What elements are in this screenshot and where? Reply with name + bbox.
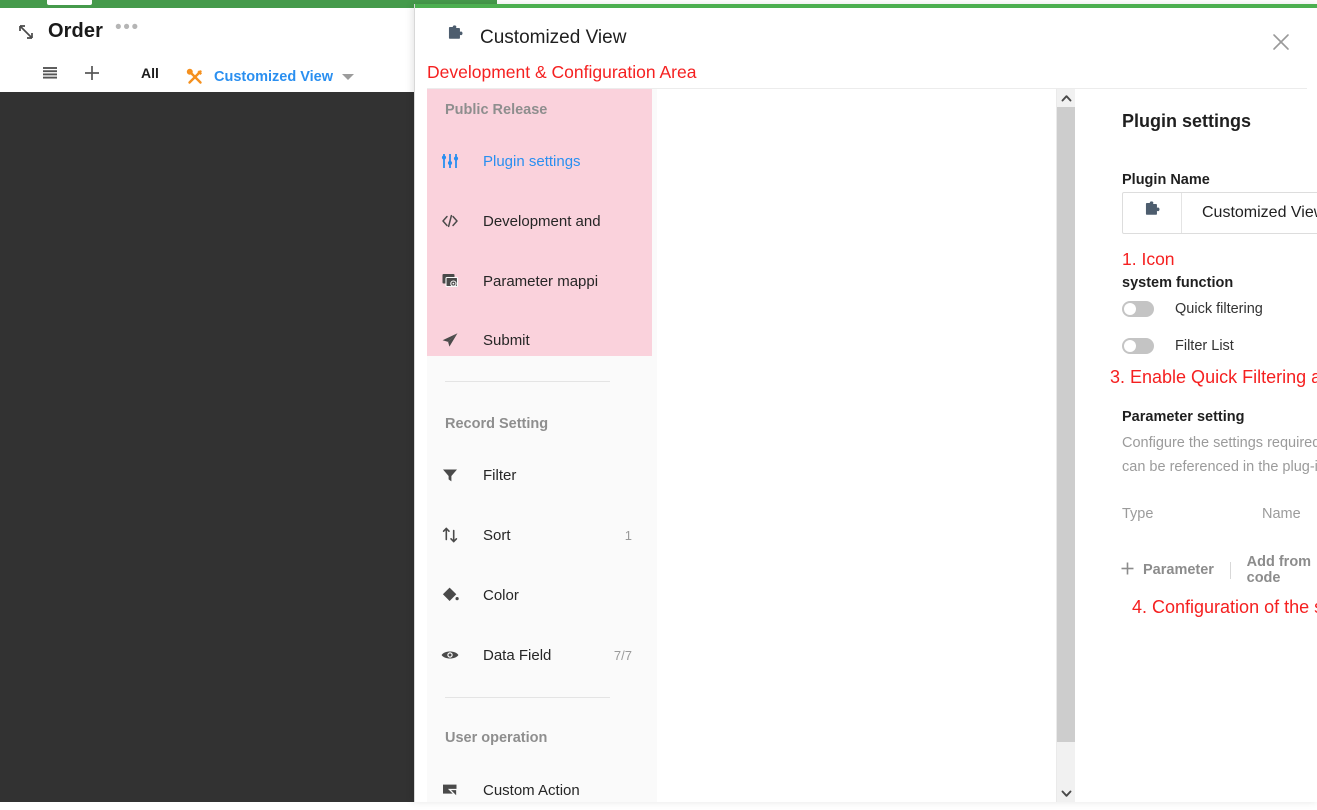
tab-all[interactable]: All	[141, 65, 159, 81]
nav-item-custom-action[interactable]: Custom Action	[435, 770, 650, 810]
app-title-row: Order •••	[16, 18, 140, 43]
nav-item-label: Data Field	[483, 646, 552, 664]
label-parameter-setting: Parameter setting	[1122, 409, 1245, 425]
plus-icon[interactable]	[82, 63, 102, 83]
puzzle-piece-icon	[444, 24, 466, 51]
annotation-configuration: 4. Configuration of the settings interfa…	[1132, 597, 1317, 617]
eye-icon	[435, 645, 465, 665]
paint-bucket-icon	[435, 585, 465, 605]
tab-customized-view[interactable]: Customized View	[185, 62, 354, 92]
sort-arrows-icon	[435, 525, 465, 545]
app-content-dim-overlay	[0, 92, 414, 802]
add-from-code-button[interactable]: Add from code	[1247, 554, 1317, 586]
nav-item-label: Submit	[483, 331, 530, 349]
parameter-table-header: Type Name Variable id*	[1122, 504, 1317, 524]
browser-tab-notch	[47, 0, 92, 5]
customized-view-modal: Customized View Development & Configurat…	[414, 4, 1317, 802]
toggle-knob	[1124, 340, 1136, 352]
tools-hammer-wrench-icon	[185, 67, 205, 87]
parameter-setting-description: Configure the settings required to use t…	[1122, 431, 1317, 479]
parameter-desc-text: Configure the settings required to use t…	[1122, 435, 1317, 475]
nav-scrollbar[interactable]	[1056, 89, 1075, 802]
nav-item-label: Plugin settings	[483, 152, 581, 170]
toggle-label: Filter List	[1175, 338, 1234, 354]
tab-bar-icon-group	[40, 63, 102, 83]
nav-item-count: 7/7	[613, 647, 632, 663]
nav-item-plugin-settings[interactable]: Plugin settings	[435, 141, 650, 181]
nav-item-label: Development and	[483, 212, 601, 230]
toggle-quick-filtering[interactable]	[1122, 301, 1154, 317]
nav-item-label: Color	[483, 586, 519, 604]
add-parameter-button[interactable]: Parameter	[1120, 561, 1214, 580]
action-divider	[1229, 561, 1231, 579]
modal-header: Customized View	[415, 8, 1317, 62]
plugin-settings-panel: Plugin settings Plugin Name Customized V…	[1075, 89, 1317, 802]
code-brackets-icon	[435, 211, 465, 231]
nav-item-label: Filter	[483, 466, 517, 484]
nav-item-count: 1	[624, 527, 632, 543]
section-heading-plugin-settings: Plugin settings	[1122, 111, 1252, 131]
nav-item-development-and[interactable]: Development and	[435, 201, 650, 241]
tab-customized-view-label: Customized View	[214, 69, 333, 85]
more-options-icon[interactable]: •••	[115, 18, 140, 40]
nav-item-color[interactable]: Color	[435, 575, 650, 615]
parameter-mapping-icon	[435, 271, 465, 291]
nav-group-title-record-setting: Record Setting	[445, 416, 549, 432]
nav-group-title-public-release: Public Release	[445, 102, 548, 118]
annotation-icon: 1. Icon	[1122, 249, 1175, 269]
annotation-development-area: Development & Configuration Area	[427, 62, 697, 82]
chevron-down-icon[interactable]	[341, 74, 354, 80]
scrollbar-thumb[interactable]	[1057, 107, 1075, 742]
nav-item-sort[interactable]: Sort 1	[435, 515, 650, 555]
puzzle-piece-icon	[1141, 200, 1163, 227]
label-system-function: system function	[1122, 275, 1234, 291]
toggle-label: Quick filtering	[1175, 301, 1263, 317]
modal-title: Customized View	[480, 26, 627, 48]
annotation-enable-toggles: 3. Enable Quick Filtering and Filter Lis…	[1110, 367, 1317, 387]
expand-collapse-icon[interactable]	[16, 22, 36, 42]
nav-item-label: Custom Action	[483, 781, 580, 799]
nav-item-label: Sort	[483, 526, 511, 544]
plus-icon	[1120, 561, 1135, 580]
nav-item-data-field[interactable]: Data Field 7/7	[435, 635, 650, 675]
chevron-down-icon[interactable]	[1057, 784, 1075, 802]
add-from-code-label: Add from code	[1246, 554, 1312, 586]
page-title: Order	[48, 20, 103, 42]
nav-item-filter[interactable]: Filter	[435, 455, 650, 495]
toggle-row-filter-list[interactable]: Filter List	[1122, 338, 1234, 354]
nav-divider	[445, 697, 610, 698]
close-x-icon[interactable]	[1269, 30, 1293, 54]
sliders-icon	[435, 151, 465, 171]
toggle-knob	[1124, 303, 1136, 315]
nav-item-parameter-mapping[interactable]: Parameter mappi	[435, 261, 650, 301]
toggle-filter-list[interactable]	[1122, 338, 1154, 354]
nav-divider	[445, 381, 610, 382]
chevron-up-icon[interactable]	[1057, 89, 1075, 107]
plugin-name-input[interactable]: Customized View 2. Name	[1122, 192, 1317, 234]
plugin-icon-picker[interactable]	[1123, 193, 1182, 233]
plugin-name-value: Customized View	[1202, 204, 1317, 221]
column-header-type: Type	[1122, 506, 1154, 522]
nav-item-label: Parameter mappi	[483, 272, 599, 290]
custom-action-cursor-icon	[435, 780, 465, 800]
nav-group-title-user-operation: User operation	[445, 730, 548, 746]
funnel-filter-icon	[435, 465, 465, 485]
toggle-row-quick-filtering[interactable]: Quick filtering	[1122, 301, 1263, 317]
send-paper-plane-icon	[435, 330, 465, 350]
nav-item-submit[interactable]: Submit	[435, 320, 650, 360]
add-parameter-label: Parameter	[1143, 562, 1214, 578]
column-header-name: Name	[1262, 506, 1301, 522]
modal-title-wrap: Customized View	[444, 24, 626, 51]
label-plugin-name: Plugin Name	[1122, 172, 1210, 188]
parameter-action-row: Parameter Add from code	[1120, 554, 1317, 586]
list-lines-icon[interactable]	[40, 63, 60, 83]
